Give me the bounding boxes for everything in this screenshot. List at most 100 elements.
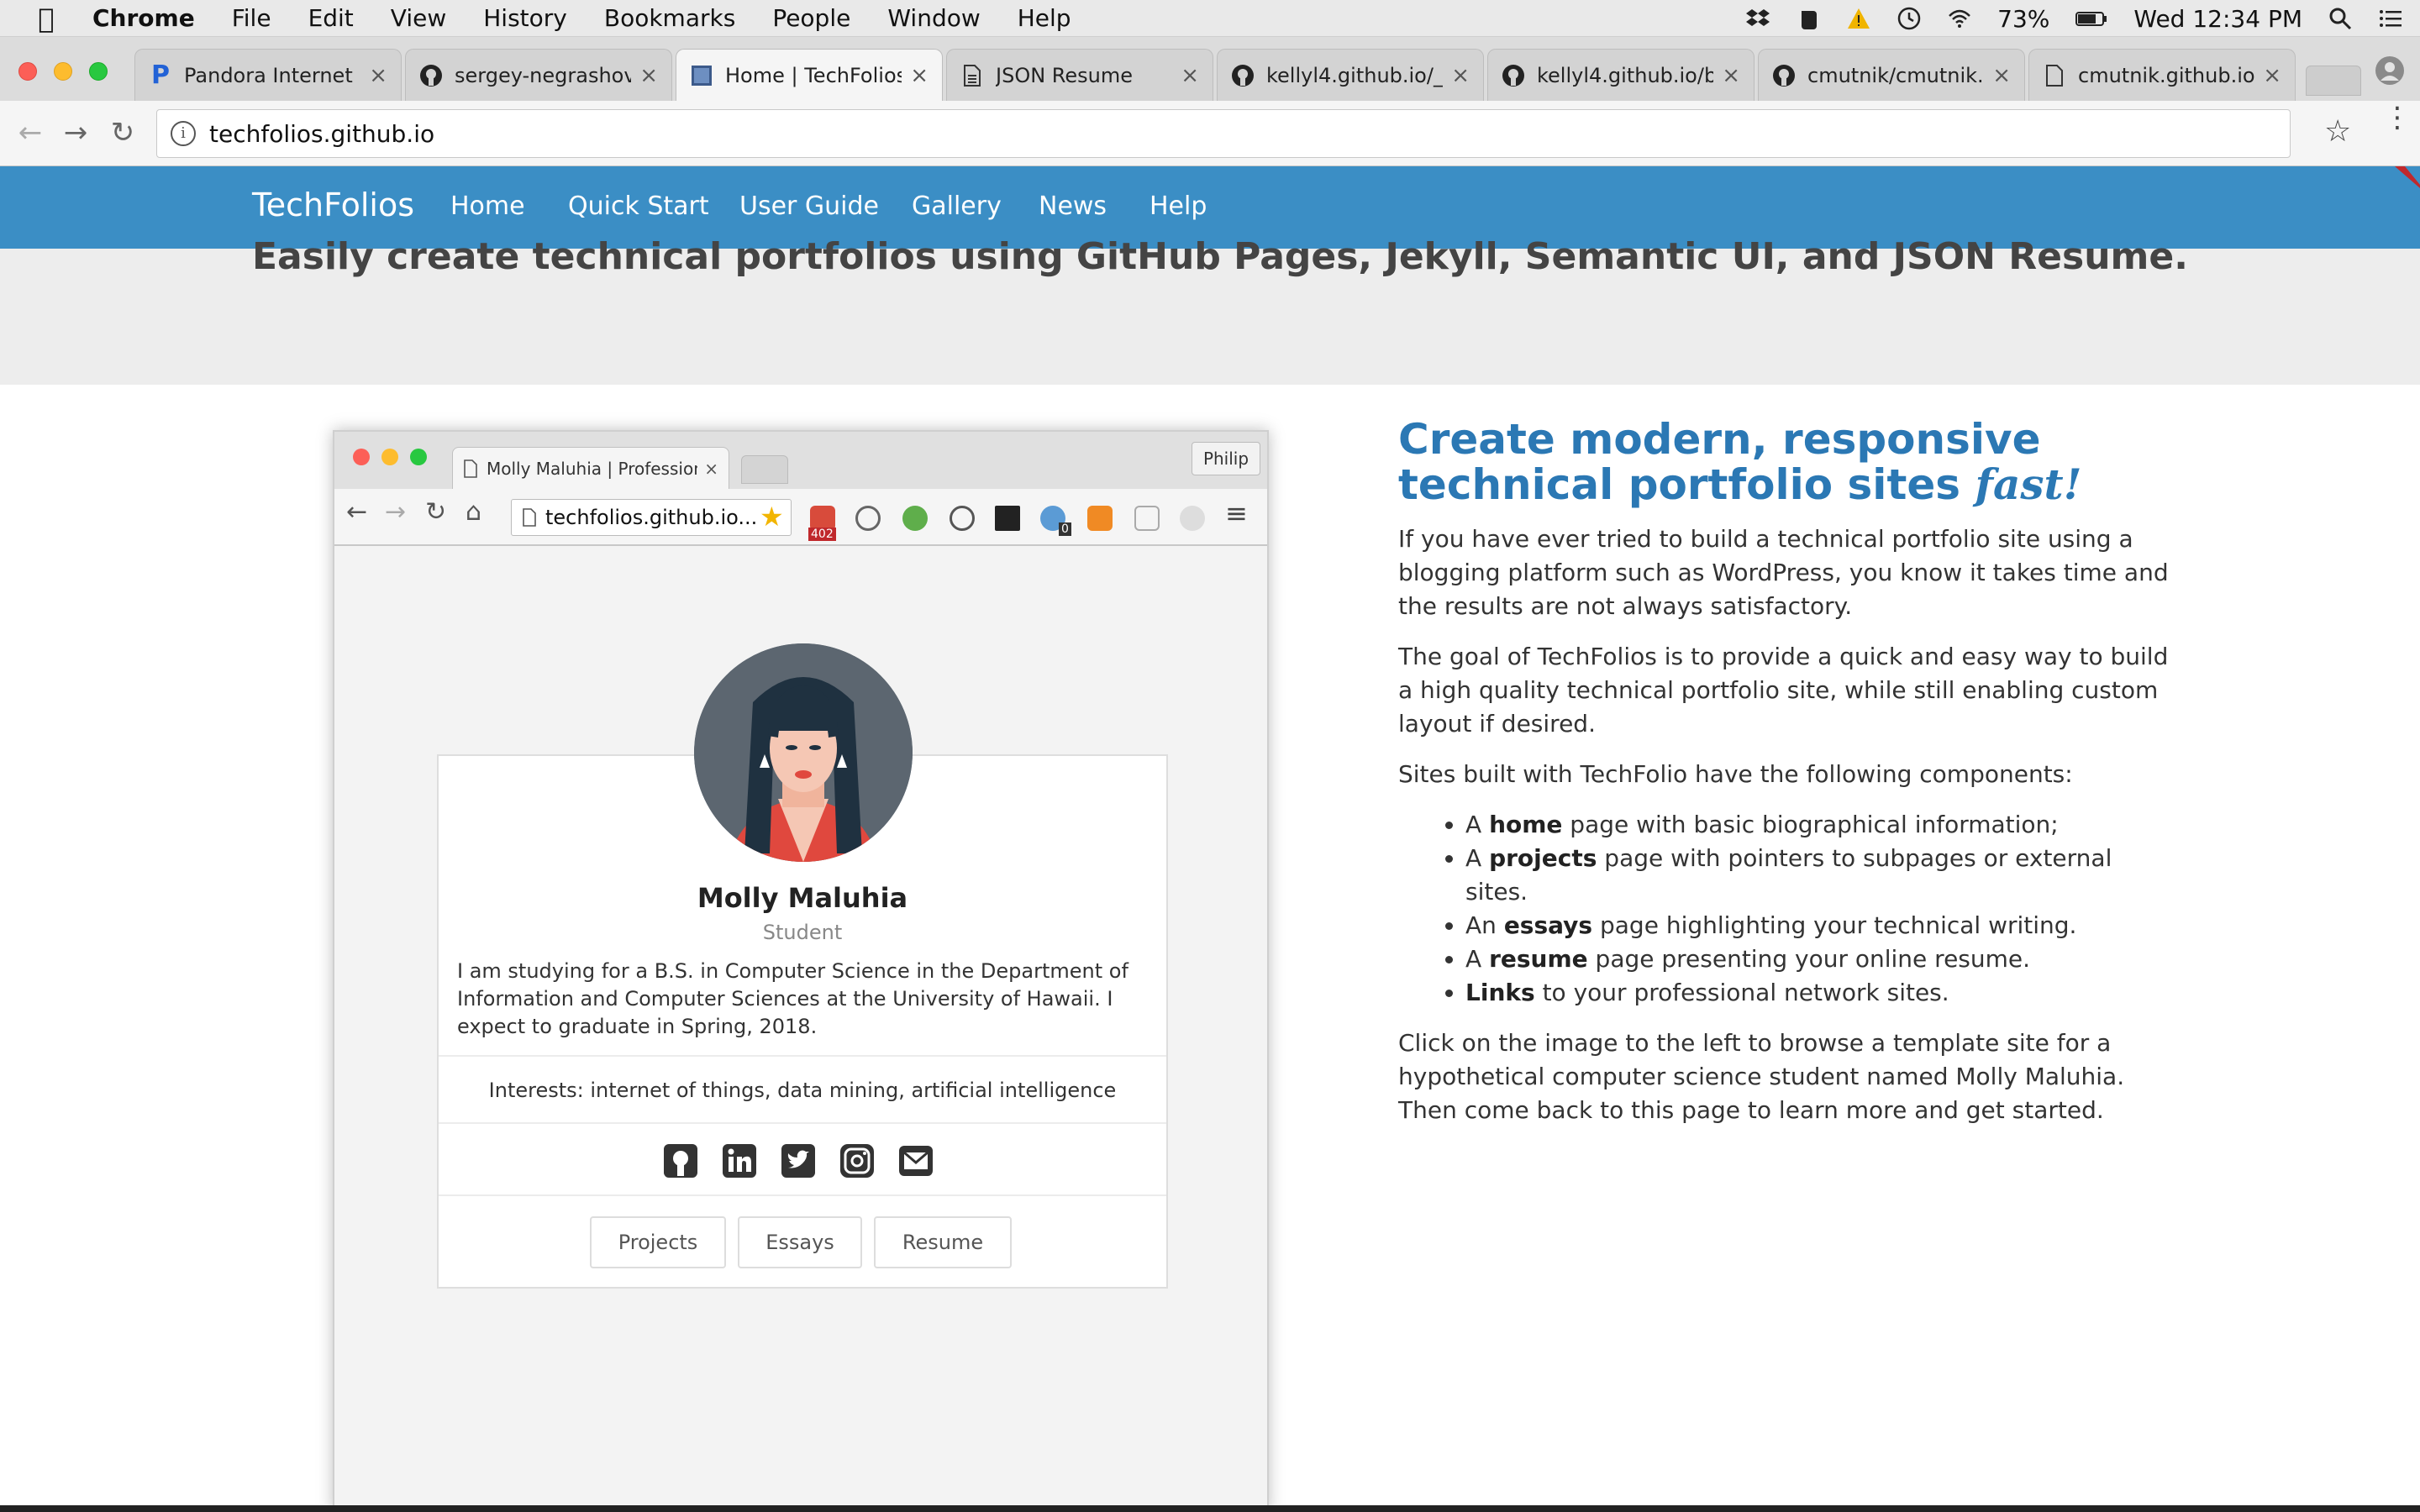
dropbox-icon[interactable] <box>1745 6 1770 31</box>
twitter-icon <box>781 1144 815 1178</box>
intro-heading-emphasis: fast! <box>1975 459 2082 509</box>
tab-kellyl4-bi[interactable]: kellyl4.github.io/bi × <box>1487 49 1754 101</box>
intro-paragraph-2: The goal of TechFolios is to provide a q… <box>1398 643 2169 738</box>
close-tab-icon: × <box>704 458 718 479</box>
list-item: A resume page presenting your online res… <box>1465 942 2171 976</box>
reload-button[interactable]: ↻ <box>104 116 141 150</box>
warning-drive-icon[interactable] <box>1846 6 1871 31</box>
bookmark-star-icon[interactable]: ☆ <box>2324 114 2351 149</box>
site-brand[interactable]: TechFolios <box>252 186 414 223</box>
mock-menu-icon: ≡ <box>1225 497 1248 529</box>
fork-ribbon-icon[interactable] <box>2395 166 2420 188</box>
address-bar[interactable]: i techfolios.github.io <box>156 109 2291 158</box>
close-tab-icon[interactable]: × <box>1181 63 1199 88</box>
menu-people[interactable]: People <box>772 4 850 32</box>
menu-file[interactable]: File <box>232 4 271 32</box>
mock-tab-label: Molly Maluhia | Profession <box>487 458 698 479</box>
mock-address-bar: techfolios.github.io... <box>511 499 792 536</box>
close-tab-icon[interactable]: × <box>369 63 387 88</box>
back-button[interactable]: ← <box>12 116 49 150</box>
nav-user-guide[interactable]: User Guide <box>739 192 879 221</box>
tab-sergey-negrashov[interactable]: sergey-negrashov/ × <box>405 49 672 101</box>
battery-percent: 73% <box>1997 4 2050 33</box>
mock-toolbar: ← → ↻ ⌂ techfolios.github.io... ★ 402 0 … <box>334 489 1267 546</box>
close-tab-icon[interactable]: × <box>1722 63 1740 88</box>
reload-icon: ↻ <box>425 497 447 527</box>
time-machine-icon[interactable] <box>1897 6 1922 31</box>
forward-button[interactable]: → <box>57 116 94 150</box>
profile-name: Molly Maluhia <box>697 882 908 914</box>
tab-home-techfolios[interactable]: Home | TechFolios × <box>676 49 943 101</box>
menu-edit[interactable]: Edit <box>308 4 354 32</box>
browser-tab-strip: P Pandora Internet R × sergey-negrashov/… <box>0 37 2420 101</box>
window-close-button[interactable] <box>18 62 37 81</box>
github-icon <box>1502 64 1525 87</box>
extension-drive-icon <box>1180 506 1205 531</box>
menubar-clock[interactable]: Wed 12:34 PM <box>2133 5 2302 33</box>
evernote-icon[interactable] <box>1796 6 1821 31</box>
site-info-icon[interactable]: i <box>171 121 196 146</box>
apple-menu-icon[interactable]:  <box>0 3 92 34</box>
macos-menu-bar:  Chrome File Edit View History Bookmark… <box>0 0 2420 37</box>
notification-center-icon[interactable] <box>2378 6 2403 31</box>
close-tab-icon[interactable]: × <box>1992 63 2011 88</box>
extension-link-icon <box>1134 506 1160 531</box>
extension-1password-icon <box>950 506 975 531</box>
profile-avatar-icon[interactable] <box>2375 55 2405 86</box>
new-tab-button[interactable] <box>2306 66 2361 96</box>
divider <box>439 1122 1166 1124</box>
list-item: A home page with basic biographical info… <box>1465 808 2171 842</box>
tab-cmutnik-repo[interactable]: cmutnik/cmutnik.g × <box>1758 49 2025 101</box>
nav-news[interactable]: News <box>1039 192 1107 221</box>
nav-gallery[interactable]: Gallery <box>912 192 1002 221</box>
page-icon <box>464 459 477 478</box>
tab-json-resume[interactable]: JSON Resume × <box>946 49 1213 101</box>
back-icon: ← <box>346 497 368 527</box>
close-tab-icon[interactable]: × <box>639 63 658 88</box>
extension-chart-icon <box>1087 506 1113 531</box>
extension-badge-count: 402 <box>808 528 836 541</box>
mock-profile-button: Philip <box>1192 442 1260 475</box>
essays-button: Essays <box>738 1216 862 1268</box>
github-icon <box>1772 64 1796 87</box>
profile-avatar <box>694 643 913 862</box>
menu-window[interactable]: Window <box>887 4 980 32</box>
github-icon <box>419 64 443 87</box>
linkedin-icon <box>723 1144 756 1178</box>
page-icon <box>523 508 536 527</box>
tab-pandora[interactable]: P Pandora Internet R × <box>134 49 402 101</box>
instagram-icon <box>840 1144 874 1178</box>
nav-quick-start[interactable]: Quick Start <box>568 192 709 221</box>
menu-view[interactable]: View <box>391 4 446 32</box>
email-icon <box>899 1146 933 1176</box>
mock-tab-strip: Molly Maluhia | Profession × Philip <box>334 432 1267 489</box>
techfolios-icon <box>690 64 713 87</box>
profile-bio: I am studying for a B.S. in Computer Sci… <box>457 959 1128 1038</box>
tab-cmutnik-site[interactable]: cmutnik.github.io × <box>2028 49 2296 101</box>
spotlight-search-icon[interactable] <box>2328 6 2353 31</box>
close-tab-icon[interactable]: × <box>2263 63 2281 88</box>
intro-paragraph-1: If you have ever tried to build a techni… <box>1398 525 2169 620</box>
intro-content: Create modern, responsive technical port… <box>1398 417 2171 1144</box>
tab-kellyl4-d[interactable]: kellyl4.github.io/_d × <box>1217 49 1484 101</box>
menu-history[interactable]: History <box>483 4 567 32</box>
wifi-icon[interactable] <box>1947 6 1972 31</box>
window-zoom-button[interactable] <box>89 62 108 81</box>
bookmark-star-icon: ★ <box>760 501 784 533</box>
hero-section: Easily create technical portfolios using… <box>0 235 2420 385</box>
window-minimize-button[interactable] <box>54 62 72 81</box>
list-item: A projects page with pointers to subpage… <box>1465 842 2171 909</box>
example-site-screenshot[interactable]: Molly Maluhia | Profession × Philip ← → … <box>333 430 1269 1512</box>
close-tab-icon[interactable]: × <box>910 63 929 88</box>
chrome-menu-icon[interactable]: ⋮ <box>2383 103 2412 132</box>
battery-icon[interactable] <box>2075 6 2108 31</box>
menu-help[interactable]: Help <box>1018 4 1071 32</box>
page-icon <box>960 64 984 87</box>
address-url: techfolios.github.io <box>209 119 435 148</box>
menu-bookmarks[interactable]: Bookmarks <box>604 4 735 32</box>
menu-app-chrome[interactable]: Chrome <box>92 4 195 32</box>
mock-zoom-dot <box>410 449 427 465</box>
nav-help[interactable]: Help <box>1150 192 1207 221</box>
close-tab-icon[interactable]: × <box>1451 63 1470 88</box>
nav-home[interactable]: Home <box>450 192 525 221</box>
